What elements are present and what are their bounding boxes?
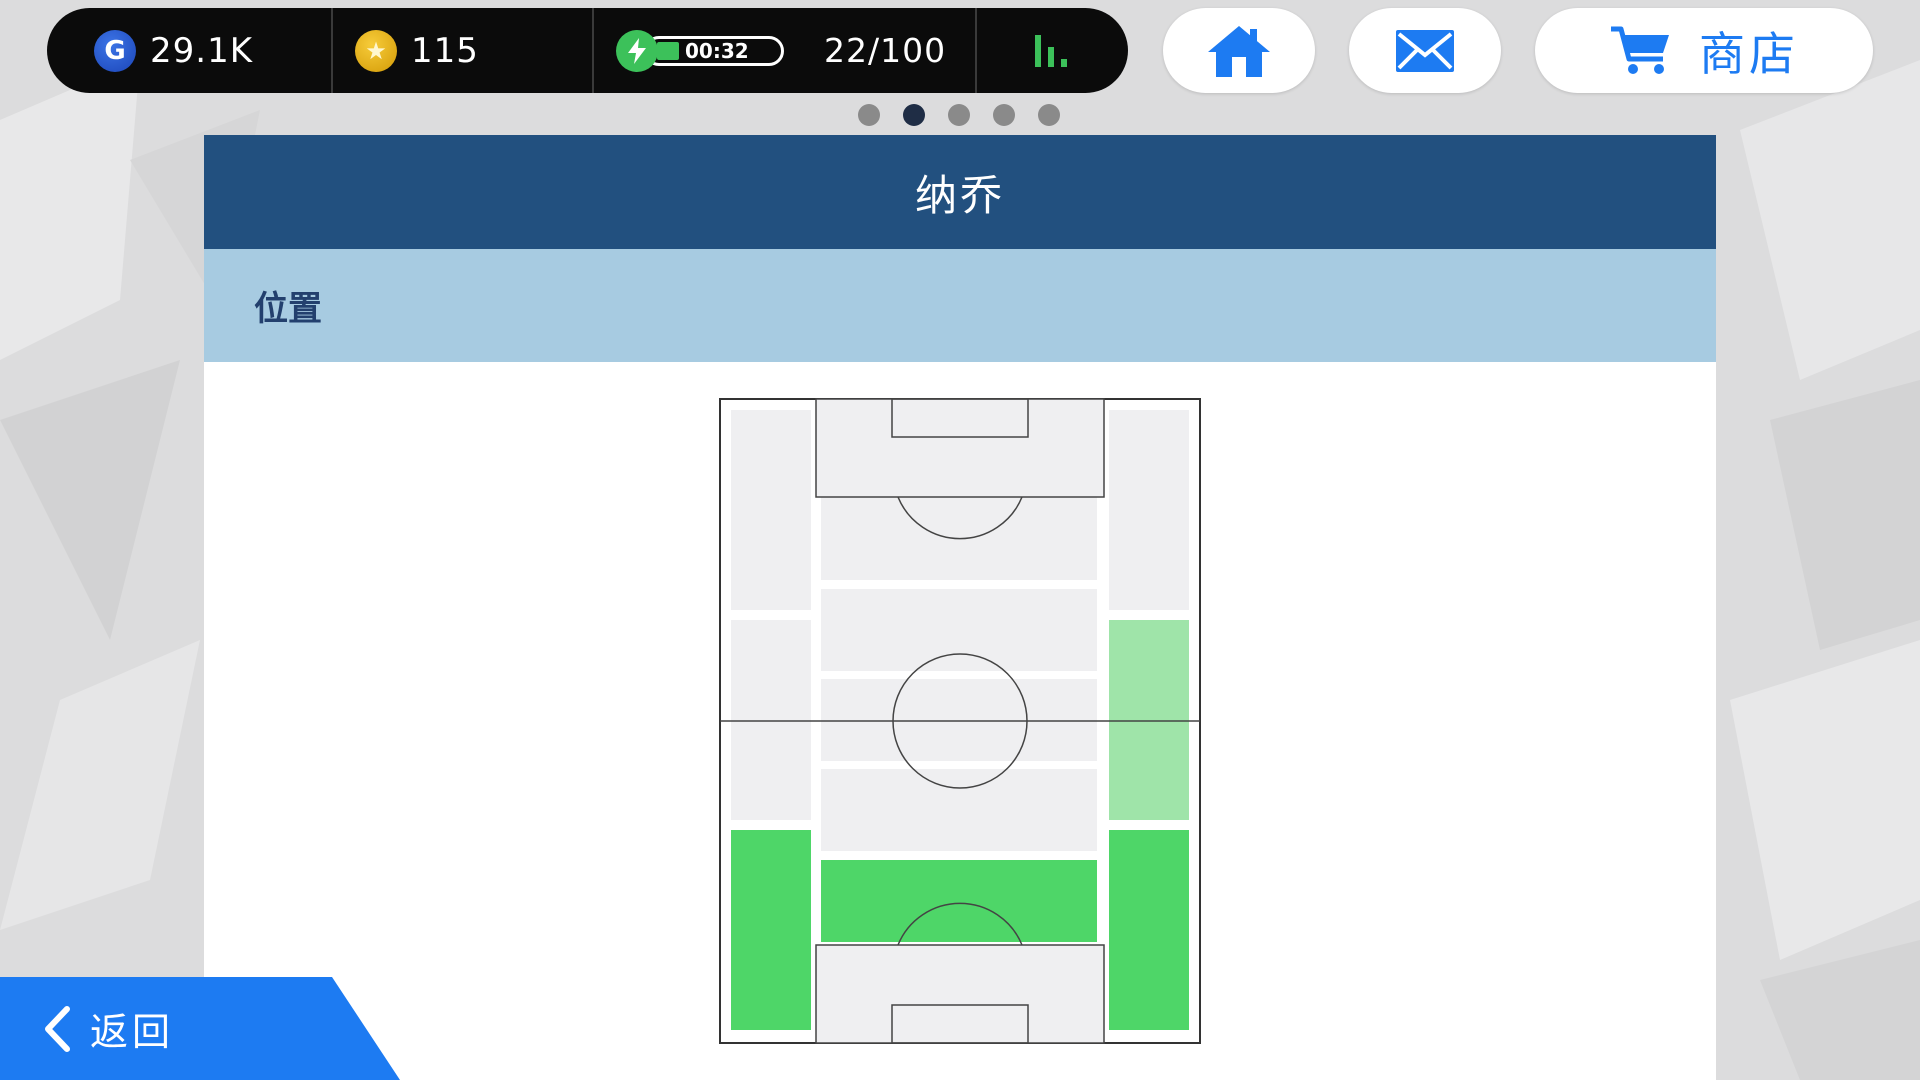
position-map: [719, 398, 1201, 1048]
coin-value: 115: [411, 30, 479, 71]
energy-fill: [657, 41, 679, 60]
zone-rmf: [1109, 620, 1189, 820]
page-dot[interactable]: [948, 104, 970, 126]
zone-cmf: [821, 679, 1097, 761]
gp-balance[interactable]: G 29.1K: [47, 8, 331, 93]
gp-value: 29.1K: [150, 30, 253, 71]
pitch-diagram: [719, 398, 1201, 1044]
mail-icon: [1396, 29, 1454, 72]
gp-coin-icon: G: [94, 29, 136, 72]
cart-icon: [1611, 26, 1669, 74]
chevron-left-icon: [45, 1005, 70, 1052]
zone-lb: [731, 830, 811, 1030]
zone-cb: [821, 860, 1097, 942]
shop-button[interactable]: 商店: [1535, 8, 1873, 93]
page-dot-active[interactable]: [903, 104, 925, 126]
stats-button[interactable]: [975, 8, 1128, 93]
page-dot[interactable]: [1038, 104, 1060, 126]
coin-balance[interactable]: ★ 115: [331, 8, 592, 93]
energy-count: 22/100: [824, 31, 947, 70]
star-coin-icon: ★: [355, 29, 397, 72]
bar-chart-icon: [1034, 34, 1067, 67]
zone-lwf: [731, 410, 811, 610]
player-name: 纳乔: [204, 135, 1716, 249]
back-label: 返回: [90, 1010, 175, 1054]
section-header-position: 位置: [204, 249, 1716, 362]
zone-lmf: [731, 620, 811, 820]
page-indicator: [858, 104, 1060, 126]
page-dot[interactable]: [993, 104, 1015, 126]
energy-status[interactable]: 00:32 22/100: [592, 8, 975, 93]
back-button[interactable]: 返回: [0, 977, 400, 1080]
zone-rb: [1109, 830, 1189, 1030]
player-panel: 纳乔 位置: [204, 135, 1716, 1080]
zone-amf: [821, 589, 1097, 671]
energy-timer: 00:32: [685, 38, 749, 63]
home-icon: [1208, 25, 1270, 77]
home-button[interactable]: [1163, 8, 1315, 93]
status-bar: G 29.1K ★ 115 00:32 22/100: [47, 8, 1128, 93]
energy-bar: 00:32: [644, 35, 784, 66]
zone-dmf: [821, 769, 1097, 851]
zone-rwf: [1109, 410, 1189, 610]
page-dot[interactable]: [858, 104, 880, 126]
mail-button[interactable]: [1349, 8, 1501, 93]
shop-label: 商店: [1699, 26, 1799, 81]
lightning-icon: [616, 29, 658, 72]
